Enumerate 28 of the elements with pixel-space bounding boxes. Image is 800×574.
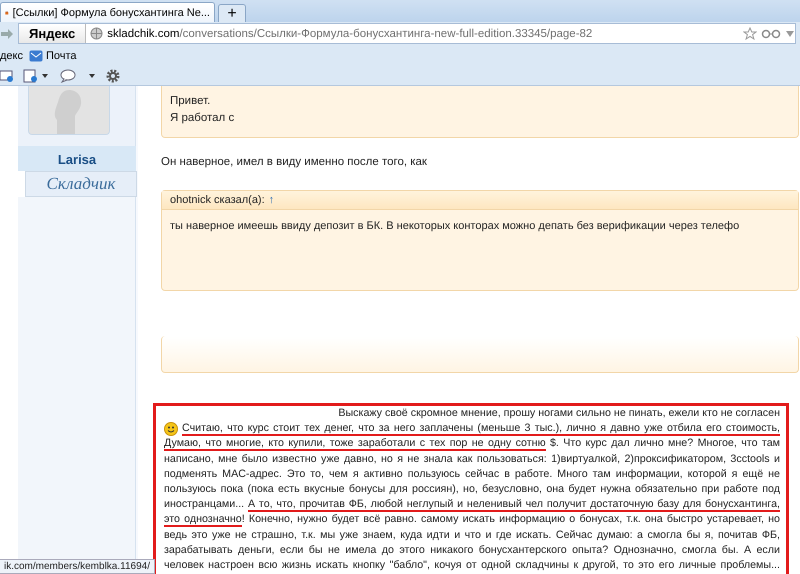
post-text: Он наверное, имел в виду именно после того, как (161, 156, 428, 168)
yandex-logo[interactable]: Яндекс (19, 24, 86, 43)
username-link[interactable]: Larisa (18, 146, 136, 171)
status-bar-url: ik.com/members/kemblka.11694/ (0, 559, 155, 574)
envelope-icon (28, 50, 43, 62)
document-dropdown-icon[interactable] (22, 69, 50, 83)
quote-text: Привет. (170, 94, 212, 109)
forward-arrow-icon[interactable] (0, 28, 14, 40)
settings-icon[interactable] (106, 69, 120, 83)
speech-bubble-dropdown-icon[interactable] (58, 69, 98, 83)
post-paragraph: Выскажу своё скромное мнение, прошу ногами сильно не пинать, ежели кто не согласен Считаю, что курс стоит тех денег, что за него заплачены (меньше 3 тыс.), лично я давно уже отбила его стоимость, Думаю, что многие, кто купили, тоже заработали с тех пор не одну сотню $. Что курс дал лично мне? Многое, что там написано, мне было известно уже давно, но я не знала как пользоваться: 1)виртуалкой, 2)проксификатором, 3cctools и подменять MAC-адрес. Это то, чем я активно пользуюсь сейчас в работе. Много там информации, которой я ещё не пользуюсь пока (пока есть вкусные бонусы для россиян), но, безусловно, она будет нужна обязательно при работе под иностранцами... А то, что, прочитав ФБ, любой неглупый и неленивый чел получит достаточную базу для бонусхантинга, это однозначно! Конечно, нужно будет всё равно. самому искать информацию о бонусах, т.к. она быстро устаревает, но ведь это уже не страшно, т.к. мы уже знаем, куда идти и что и где искать. Сейчас думаю: а смогла бы я, почитав ФБ, зарабатывать деньги, если бы не имела до этого никакого бонусхантерского опыта? Однозначно, смогла бы. А если человек настроен всю жизнь искать кнопку "бабло", кочуя от одной складчины к другой, то это его личные проблемы... (164, 406, 780, 574)
smiley-icon (164, 422, 178, 436)
mail-icon[interactable] (0, 69, 14, 83)
browser-tab[interactable]: [Ссылки] Формула бонусхантинга Ne... (0, 2, 215, 22)
quote-text: ты наверное имеешь ввиду депозит в БК. В некоторых конторах можно депать без верификации через телефо (169, 219, 740, 234)
quote-author: ohotnick сказал(а): (170, 194, 265, 206)
quote-text: Я работал с (170, 111, 236, 126)
jump-to-quote-link[interactable]: ↑ (268, 194, 274, 206)
user-role-title: Складчик (25, 171, 137, 197)
url-text: skladchik.com/conversations/Ссылки-Формула-бонусхантинга-new-full-edition.33345/page-82 (107, 28, 592, 40)
new-tab-button[interactable]: + (218, 4, 246, 22)
glasses-icon[interactable] (761, 28, 781, 38)
bookmark-link[interactable]: Почта (28, 50, 77, 62)
star-icon[interactable] (743, 26, 757, 40)
globe-icon (90, 27, 104, 40)
address-bar[interactable]: Яндекс skladchik.com/conversations/Ссылки-Формула-бонусхантинга-new-full-edition.33345/page-82 (18, 23, 796, 44)
bookmark-link[interactable]: декс (0, 50, 23, 62)
dropdown-arrow-icon[interactable] (785, 30, 795, 38)
